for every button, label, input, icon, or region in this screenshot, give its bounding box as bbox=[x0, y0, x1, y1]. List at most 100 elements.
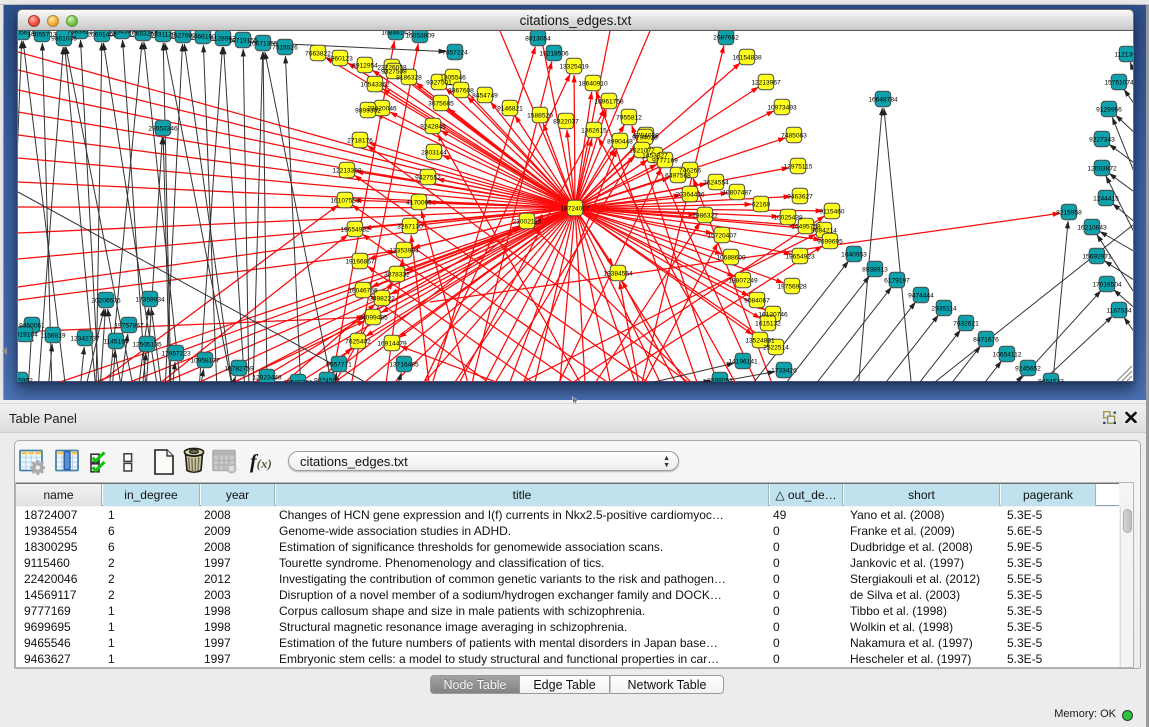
svg-text:10543362: 10543362 bbox=[360, 81, 390, 88]
svg-text:19654982: 19654982 bbox=[340, 226, 370, 233]
svg-text:9777169: 9777169 bbox=[652, 157, 678, 164]
svg-text:10973493: 10973493 bbox=[767, 104, 797, 111]
svg-text:9474444: 9474444 bbox=[908, 292, 934, 299]
svg-text:19654923: 19654923 bbox=[785, 253, 815, 260]
svg-text:19384554: 19384554 bbox=[603, 270, 633, 277]
svg-text:9657771: 9657771 bbox=[326, 361, 352, 368]
svg-text:7632621: 7632621 bbox=[953, 320, 979, 327]
svg-text:16120746: 16120746 bbox=[758, 311, 788, 318]
svg-text:7515526: 7515526 bbox=[272, 44, 298, 51]
svg-text:10654112: 10654112 bbox=[993, 351, 1022, 358]
svg-text:9850061: 9850061 bbox=[19, 322, 45, 329]
svg-text:9146821: 9146821 bbox=[497, 105, 523, 112]
svg-text:8215958: 8215958 bbox=[1056, 209, 1082, 216]
svg-text:1305546: 1305546 bbox=[440, 74, 466, 81]
svg-text:20364436: 20364436 bbox=[675, 191, 705, 198]
svg-text:9115460: 9115460 bbox=[819, 208, 845, 215]
svg-text:1167534: 1167534 bbox=[1106, 307, 1132, 314]
svg-text:8990448: 8990448 bbox=[607, 138, 633, 145]
svg-text:3919104: 3919104 bbox=[18, 331, 38, 338]
svg-text:4170065: 4170065 bbox=[406, 199, 432, 206]
svg-text:2803144: 2803144 bbox=[421, 149, 447, 156]
svg-text:8813054: 8813054 bbox=[525, 35, 551, 42]
svg-text:16782759: 16782759 bbox=[224, 365, 254, 372]
svg-text:16914479: 16914479 bbox=[377, 340, 407, 347]
svg-text:16961758: 16961758 bbox=[594, 98, 624, 105]
svg-text:12923448: 12923448 bbox=[252, 374, 282, 381]
svg-text:1588520: 1588520 bbox=[527, 112, 553, 119]
svg-text:9245652: 9245652 bbox=[1015, 365, 1041, 372]
svg-text:2867608: 2867608 bbox=[448, 87, 474, 94]
svg-text:2718176: 2718176 bbox=[347, 137, 373, 144]
svg-text:3498222: 3498222 bbox=[369, 295, 395, 302]
svg-text:8599051: 8599051 bbox=[707, 377, 733, 382]
svg-text:17016504: 17016504 bbox=[1092, 281, 1122, 288]
svg-text:7986322: 7986322 bbox=[692, 212, 718, 219]
svg-text:23002115: 23002115 bbox=[513, 218, 542, 225]
svg-text:7955812: 7955812 bbox=[616, 114, 642, 121]
svg-text:8912954: 8912954 bbox=[352, 62, 378, 69]
svg-text:3878332: 3878332 bbox=[384, 271, 410, 278]
svg-text:6497568: 6497568 bbox=[665, 172, 691, 179]
svg-text:15720407: 15720407 bbox=[707, 232, 737, 239]
svg-text:9464533: 9464533 bbox=[1038, 378, 1064, 382]
svg-text:9699695: 9699695 bbox=[817, 238, 843, 245]
svg-text:10807487: 10807487 bbox=[722, 189, 752, 196]
svg-text:2087662: 2087662 bbox=[713, 34, 739, 41]
svg-text:17957223: 17957223 bbox=[161, 350, 191, 357]
svg-text:20206576: 20206576 bbox=[91, 297, 121, 304]
svg-text:9463627: 9463627 bbox=[787, 193, 813, 200]
svg-text:1615132: 1615132 bbox=[755, 320, 781, 327]
svg-text:8454749: 8454749 bbox=[472, 92, 498, 99]
svg-text:1362615: 1362615 bbox=[581, 127, 607, 134]
svg-text:13325419: 13325419 bbox=[559, 63, 589, 70]
svg-text:8471676: 8471676 bbox=[973, 336, 999, 343]
svg-text:8322037: 8322037 bbox=[553, 118, 579, 125]
svg-text:18640910: 18640910 bbox=[578, 80, 608, 87]
svg-text:18807249: 18807249 bbox=[728, 277, 758, 284]
svg-text:12342737: 12342737 bbox=[70, 335, 100, 342]
svg-text:9899302: 9899302 bbox=[355, 107, 381, 114]
svg-text:12505135: 12505135 bbox=[132, 341, 162, 348]
svg-text:19756928: 19756928 bbox=[777, 283, 807, 290]
svg-text:2935114: 2935114 bbox=[931, 305, 957, 312]
svg-text:9129966: 9129966 bbox=[1096, 106, 1122, 113]
svg-text:1156819: 1156819 bbox=[40, 332, 66, 339]
svg-text:3624554: 3624554 bbox=[703, 179, 729, 186]
svg-text:15751074: 15751074 bbox=[1104, 79, 1133, 86]
svg-text:10688609: 10688609 bbox=[716, 254, 746, 261]
svg-text:9242845: 9242845 bbox=[420, 123, 446, 130]
svg-text:9227343: 9227343 bbox=[1089, 136, 1115, 143]
svg-text:12213967: 12213967 bbox=[751, 79, 781, 86]
svg-text:12975115: 12975115 bbox=[784, 163, 813, 170]
svg-text:12213369: 12213369 bbox=[332, 167, 362, 174]
svg-text:16154838: 16154838 bbox=[732, 54, 762, 61]
svg-text:10958177: 10958177 bbox=[190, 357, 220, 364]
svg-text:16648784: 16648784 bbox=[868, 96, 898, 103]
svg-text:14196141: 14196141 bbox=[728, 358, 758, 365]
svg-text:10590761: 10590761 bbox=[283, 379, 313, 382]
svg-text:9084214: 9084214 bbox=[811, 227, 837, 234]
svg-text:15692971: 15692971 bbox=[1082, 253, 1112, 260]
svg-text:62160: 62160 bbox=[752, 201, 771, 208]
svg-text:16210643: 16210643 bbox=[1077, 224, 1107, 231]
svg-text:16046766: 16046766 bbox=[348, 287, 378, 294]
svg-text:29053346: 29053346 bbox=[148, 125, 178, 132]
svg-text:8938913: 8938913 bbox=[862, 266, 888, 273]
svg-text:8960123: 8960123 bbox=[327, 55, 353, 62]
svg-text:19166867: 19166867 bbox=[345, 258, 375, 265]
svg-text:1244415: 1244415 bbox=[1093, 195, 1119, 202]
svg-text:9024502: 9024502 bbox=[314, 377, 340, 382]
svg-text:1145194: 1145194 bbox=[103, 338, 129, 345]
svg-text:1733426: 1733426 bbox=[771, 367, 797, 374]
svg-text:13716485: 13716485 bbox=[389, 361, 419, 368]
svg-text:7625402: 7625402 bbox=[345, 338, 371, 345]
svg-text:9861036: 9861036 bbox=[51, 35, 77, 42]
svg-text:2522514: 2522514 bbox=[763, 344, 789, 351]
svg-text:9427552: 9427552 bbox=[415, 174, 441, 181]
svg-text:7485063: 7485063 bbox=[781, 132, 807, 139]
svg-text:8186328: 8186328 bbox=[396, 74, 422, 81]
svg-text:9084067: 9084067 bbox=[744, 297, 770, 304]
svg-text:7857224: 7857224 bbox=[442, 49, 468, 56]
svg-text:9794028: 9794028 bbox=[632, 134, 658, 141]
